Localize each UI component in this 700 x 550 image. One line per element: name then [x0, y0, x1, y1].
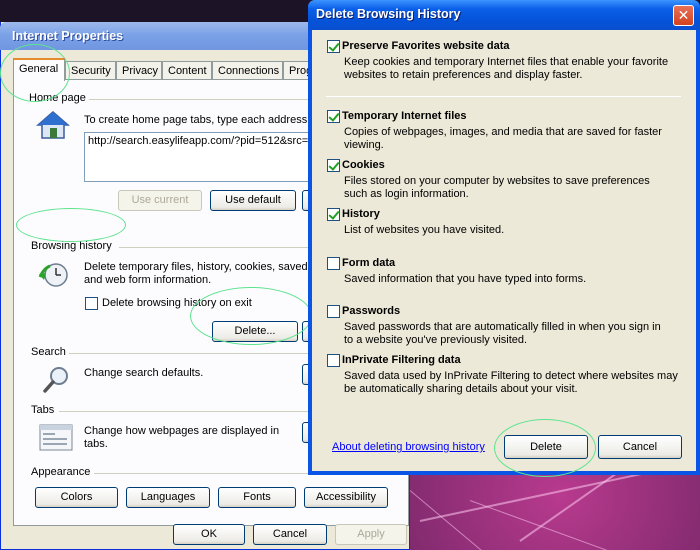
preserve-favorites-checkbox[interactable]	[327, 40, 340, 53]
accessibility-button[interactable]: Accessibility	[304, 487, 388, 508]
ok-button[interactable]: OK	[173, 524, 245, 545]
tab-general[interactable]: General	[13, 58, 65, 81]
history-clock-icon	[38, 263, 68, 287]
home-page-url-input[interactable]: http://search.easylifeapp.com/?pid=512&s…	[84, 132, 324, 182]
form-data-checkbox[interactable]	[327, 257, 340, 270]
ie-window-title: Internet Properties	[12, 29, 124, 43]
temporary-internet-files-checkbox[interactable]	[327, 110, 340, 123]
use-current-button[interactable]: Use current	[118, 190, 202, 211]
option-title: InPrivate Filtering data	[342, 354, 461, 366]
house-icon	[36, 111, 70, 139]
tabs-window-icon	[39, 424, 73, 451]
option-title: Passwords	[342, 305, 401, 317]
option-description: be automatically sharing details about y…	[344, 383, 578, 395]
dialog-body: Preserve Favorites website data Keep coo…	[312, 30, 696, 471]
colors-button[interactable]: Colors	[35, 487, 118, 508]
option-title: Cookies	[342, 159, 385, 171]
dialog-titlebar[interactable]: Delete Browsing History ✕	[308, 0, 700, 30]
cancel-button[interactable]: Cancel	[253, 524, 327, 545]
option-description: such as login information.	[344, 188, 469, 200]
option-description: to a website you've previously visited.	[344, 334, 528, 346]
dialog-delete-button[interactable]: Delete	[504, 435, 588, 459]
home-page-description: To create home page tabs, type each addr…	[84, 114, 323, 126]
tab-content[interactable]: Content	[162, 61, 212, 80]
option-title: Form data	[342, 257, 396, 269]
option-description: websites to retain preferences and displ…	[344, 69, 583, 81]
browsing-history-description-2: and web form information.	[84, 274, 212, 286]
option-description: Saved data used by InPrivate Filtering t…	[344, 370, 678, 382]
appearance-label: Appearance	[31, 466, 91, 478]
magnifier-icon	[43, 367, 68, 393]
search-description: Change search defaults.	[84, 367, 204, 379]
delete-browsing-history-dialog: Delete Browsing History ✕ Preserve Favor…	[308, 0, 700, 475]
fonts-button[interactable]: Fonts	[218, 487, 296, 508]
dialog-title: Delete Browsing History	[316, 7, 461, 21]
desktop-streak	[469, 500, 640, 550]
option-title: Temporary Internet files	[342, 110, 467, 122]
delete-on-exit-checkbox[interactable]	[85, 297, 98, 310]
browsing-history-label: Browsing history	[31, 240, 112, 252]
option-description: Keep cookies and temporary Internet file…	[344, 56, 669, 68]
dialog-cancel-button[interactable]: Cancel	[598, 435, 682, 459]
passwords-checkbox[interactable]	[327, 305, 340, 318]
cookies-checkbox[interactable]	[327, 159, 340, 172]
tabs-description-2: tabs.	[84, 438, 108, 450]
option-description: Files stored on your computer by website…	[344, 175, 650, 187]
option-title: History	[342, 208, 380, 220]
delete-on-exit-label: Delete browsing history on exit	[102, 297, 252, 309]
history-checkbox[interactable]	[327, 208, 340, 221]
option-description: List of websites you have visited.	[344, 224, 505, 236]
home-page-label: Home page	[29, 92, 86, 104]
tab-security[interactable]: Security	[65, 61, 116, 80]
option-description: viewing.	[344, 139, 384, 151]
search-label: Search	[31, 346, 66, 358]
close-icon[interactable]: ✕	[673, 5, 694, 26]
option-description: Saved information that you have typed in…	[344, 273, 587, 285]
tabs-label: Tabs	[31, 404, 55, 416]
tab-privacy[interactable]: Privacy	[116, 61, 162, 80]
browsing-history-description-1: Delete temporary files, history, cookies…	[84, 261, 308, 273]
about-deleting-history-link[interactable]: About deleting browsing history	[332, 441, 485, 453]
tabs-description-1: Change how webpages are displayed in	[84, 425, 280, 437]
tab-connections[interactable]: Connections	[212, 61, 283, 80]
option-title: Preserve Favorites website data	[342, 40, 510, 52]
inprivate-filtering-checkbox[interactable]	[327, 354, 340, 367]
option-description: Copies of webpages, images, and media th…	[344, 126, 662, 138]
use-default-button[interactable]: Use default	[210, 190, 296, 211]
option-description: Saved passwords that are automatically f…	[344, 321, 661, 333]
apply-button[interactable]: Apply	[335, 524, 407, 545]
languages-button[interactable]: Languages	[126, 487, 210, 508]
dialog-divider	[326, 96, 681, 97]
browsing-history-delete-button[interactable]: Delete...	[212, 321, 298, 342]
